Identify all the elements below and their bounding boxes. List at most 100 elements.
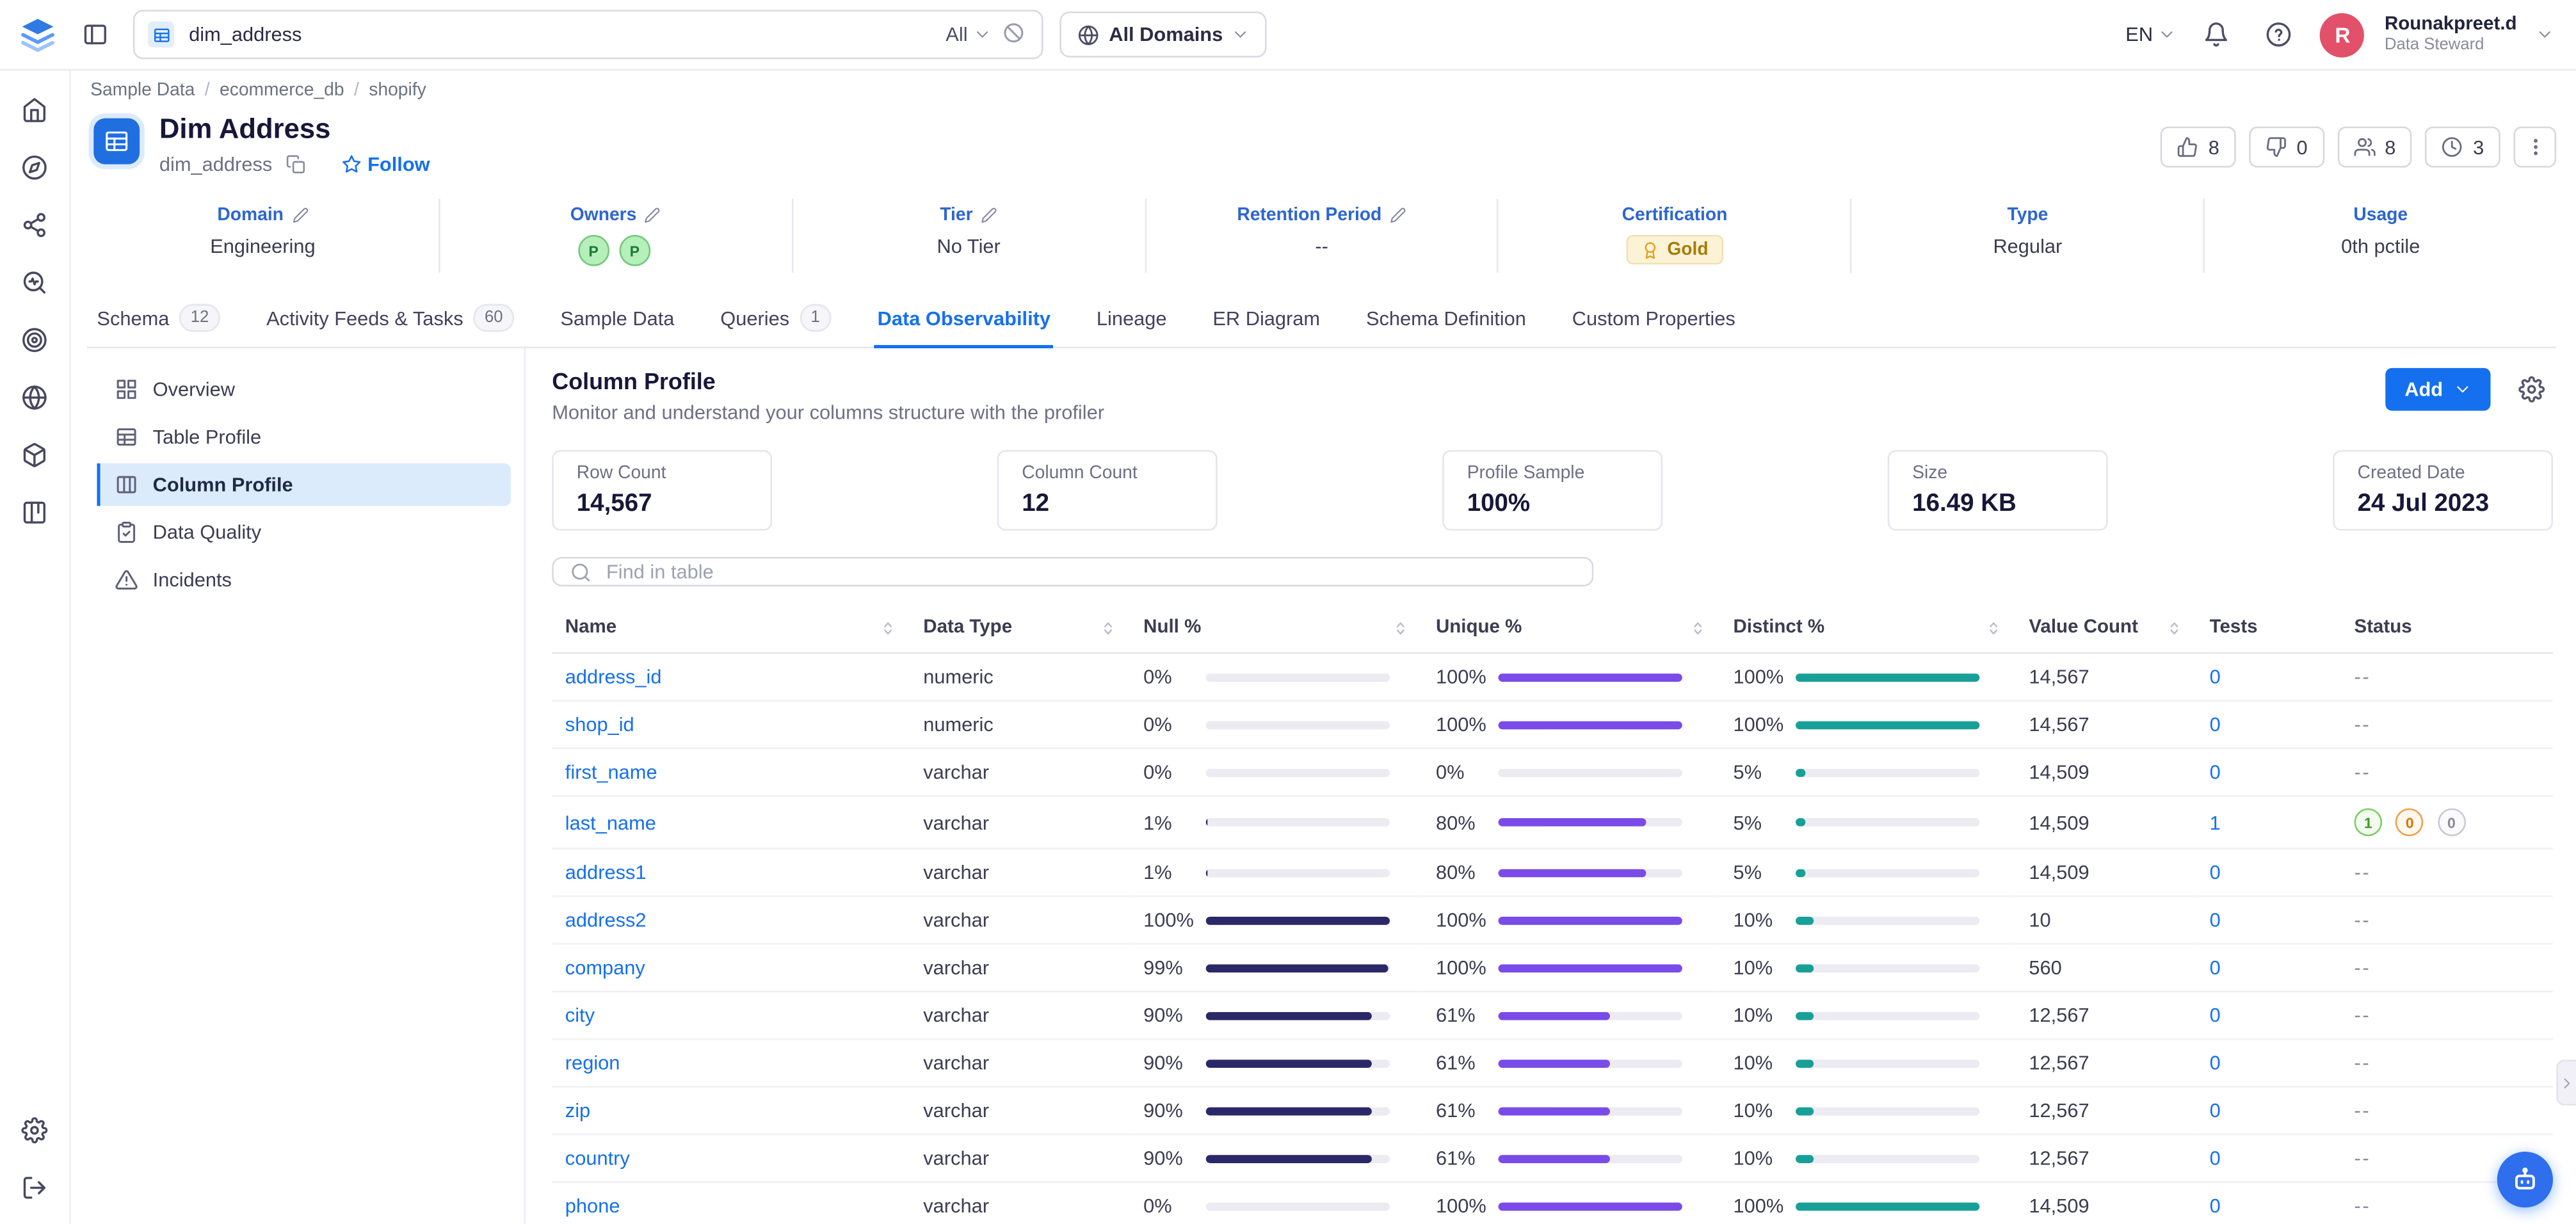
domain-value[interactable]: Engineering [210, 235, 315, 258]
tab-custom-properties[interactable]: Custom Properties [1569, 293, 1739, 348]
menu-item-data-quality[interactable]: Data Quality [97, 511, 511, 554]
column-name-link[interactable]: country [565, 1147, 630, 1170]
header-null-pct[interactable]: Null % [1131, 603, 1423, 653]
header-unique-pct[interactable]: Unique % [1422, 603, 1720, 653]
upvote-button[interactable]: 8 [2161, 127, 2235, 168]
right-panel-expand-handle[interactable] [2556, 1059, 2576, 1106]
copy-icon[interactable] [286, 154, 305, 174]
followers-button[interactable]: 8 [2337, 127, 2412, 168]
tab-lineage[interactable]: Lineage [1093, 293, 1170, 348]
domains-dropdown[interactable]: All Domains [1059, 12, 1267, 58]
sort-icon[interactable] [879, 618, 897, 636]
column-name-link[interactable]: company [565, 956, 645, 979]
tab-schema-definition[interactable]: Schema Definition [1363, 293, 1529, 348]
sidebar-item-domains[interactable] [12, 374, 58, 421]
sidebar-item-data-products[interactable] [12, 432, 58, 478]
language-selector[interactable]: EN [2125, 23, 2176, 46]
distinct-percent-cell: 10% [1733, 1147, 2002, 1170]
edit-pencil-icon[interactable] [981, 207, 997, 223]
edit-pencil-icon[interactable] [1390, 207, 1406, 223]
sidebar-toggle-button[interactable] [74, 13, 117, 56]
sidebar-item-lineage[interactable] [12, 202, 58, 248]
user-menu-chevron-icon[interactable] [2536, 26, 2553, 43]
tests-count-link[interactable]: 0 [2210, 1147, 2221, 1170]
column-name-link[interactable]: shop_id [565, 713, 634, 736]
search-scope-dropdown[interactable]: All [946, 23, 990, 46]
more-options-button[interactable] [2513, 127, 2556, 168]
column-name-link[interactable]: last_name [565, 810, 656, 833]
clear-search-icon[interactable] [1002, 21, 1028, 47]
menu-item-column-profile[interactable]: Column Profile [97, 463, 511, 506]
tests-count-link[interactable]: 0 [2210, 1004, 2221, 1027]
edit-pencil-icon[interactable] [292, 207, 309, 223]
sort-icon[interactable] [1099, 618, 1117, 636]
sidebar-item-logout[interactable] [12, 1165, 58, 1211]
header-distinct-pct[interactable]: Distinct % [1720, 603, 2016, 653]
tests-count-link[interactable]: 0 [2210, 1195, 2221, 1218]
tab-data-observability[interactable]: Data Observability [874, 293, 1054, 348]
sort-icon[interactable] [1689, 618, 1707, 636]
notifications-button[interactable] [2196, 13, 2239, 56]
tests-count-link[interactable]: 0 [2210, 861, 2221, 884]
tab-er-diagram[interactable]: ER Diagram [1209, 293, 1323, 348]
user-avatar[interactable]: R [2321, 12, 2365, 56]
tab-sample-data[interactable]: Sample Data [557, 293, 677, 348]
breadcrumb-link[interactable]: Sample Data [90, 81, 209, 101]
column-name-link[interactable]: region [565, 1051, 620, 1074]
find-in-table-input[interactable] [603, 559, 1575, 585]
assistant-chat-button[interactable] [2497, 1152, 2553, 1207]
column-name-link[interactable]: address_id [565, 665, 662, 688]
tab-schema[interactable]: Schema 12 [93, 293, 223, 348]
status-empty-value: -- [2355, 713, 2371, 736]
column-name-link[interactable]: first_name [565, 761, 657, 784]
status-cell: -- [2341, 992, 2553, 1039]
help-button[interactable] [2258, 13, 2301, 56]
tests-count-link[interactable]: 0 [2210, 761, 2221, 784]
global-search-input[interactable] [186, 21, 934, 47]
unique-percent-value: 61% [1436, 1099, 1499, 1122]
column-name-link[interactable]: address2 [565, 908, 647, 931]
edit-pencil-icon[interactable] [645, 207, 661, 223]
header-value-count[interactable]: Value Count [2016, 603, 2196, 653]
breadcrumb-link[interactable]: ecommerce_db [220, 81, 359, 101]
owner-avatar[interactable]: P [619, 235, 650, 266]
menu-item-incidents[interactable]: Incidents [97, 559, 511, 602]
sidebar-item-observability[interactable] [12, 259, 58, 305]
tests-count-link[interactable]: 0 [2210, 665, 2221, 688]
profiler-settings-button[interactable] [2510, 368, 2553, 411]
header-name[interactable]: Name [552, 603, 910, 653]
tab-queries[interactable]: Queries 1 [717, 293, 835, 348]
menu-item-table-profile[interactable]: Table Profile [97, 415, 511, 458]
column-name-link[interactable]: zip [565, 1099, 590, 1122]
sort-icon[interactable] [2165, 618, 2183, 636]
downvote-button[interactable]: 0 [2249, 127, 2324, 168]
domains-dropdown-label: All Domains [1109, 23, 1223, 46]
find-in-table-search[interactable] [552, 557, 1593, 586]
tests-count-link[interactable]: 0 [2210, 956, 2221, 979]
column-name-link[interactable]: phone [565, 1195, 620, 1218]
app-logo[interactable] [17, 14, 58, 55]
header-data-type[interactable]: Data Type [910, 603, 1131, 653]
tests-count-link[interactable]: 0 [2210, 908, 2221, 931]
tab-activity-feeds[interactable]: Activity Feeds & Tasks 60 [263, 293, 518, 348]
sort-icon[interactable] [1984, 618, 2002, 636]
owner-avatar[interactable]: P [578, 235, 609, 266]
sidebar-item-insights[interactable] [12, 490, 58, 536]
sidebar-item-settings[interactable] [12, 1107, 58, 1154]
tests-count-link[interactable]: 0 [2210, 1099, 2221, 1122]
sidebar-item-home[interactable] [12, 87, 58, 133]
add-button[interactable]: Add [2385, 368, 2490, 411]
sidebar-item-explore[interactable] [12, 145, 58, 191]
column-name-link[interactable]: city [565, 1004, 595, 1027]
tests-count-link[interactable]: 0 [2210, 713, 2221, 736]
breadcrumb-link[interactable]: shopify [369, 81, 426, 101]
sort-icon[interactable] [1392, 618, 1410, 636]
sidebar-item-incident-manager[interactable] [12, 317, 58, 363]
menu-item-overview[interactable]: Overview [97, 368, 511, 411]
versions-button[interactable]: 3 [2426, 127, 2500, 168]
global-search-bar[interactable]: All [133, 10, 1043, 59]
tests-count-link[interactable]: 0 [2210, 1051, 2221, 1074]
follow-button[interactable]: Follow [341, 153, 430, 176]
column-name-link[interactable]: address1 [565, 861, 647, 884]
tests-count-link[interactable]: 1 [2210, 810, 2221, 833]
